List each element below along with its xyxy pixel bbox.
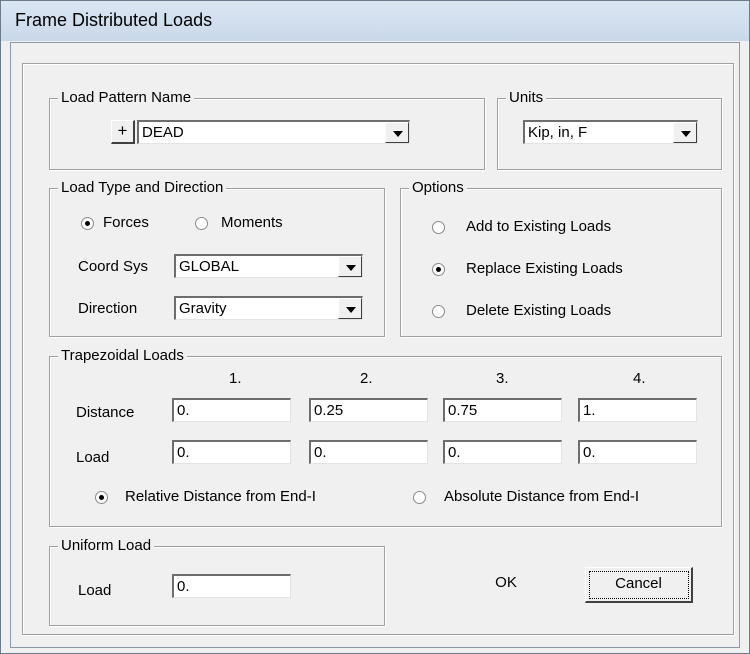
relative-distance-label: Relative Distance from End-I	[125, 488, 316, 505]
column-header-1: 1.	[229, 370, 242, 387]
absolute-distance-label: Absolute Distance from End-I	[444, 488, 640, 505]
coord-sys-label: Coord Sys	[78, 258, 149, 275]
ok-button[interactable]: OK	[450, 567, 562, 603]
load-field-1[interactable]: 0.	[172, 440, 291, 464]
uniform-load-label: Load	[78, 582, 112, 599]
options-group-label: Options	[409, 178, 467, 198]
distance-field-2[interactable]: 0.25	[309, 398, 428, 422]
uniform-load-field[interactable]: 0.	[172, 574, 291, 598]
load-pattern-dropdown[interactable]: DEAD	[137, 120, 410, 144]
load-type-group-label: Load Type and Direction	[58, 178, 227, 198]
load-field-3[interactable]: 0.	[443, 440, 562, 464]
chevron-down-icon[interactable]	[338, 298, 362, 319]
moments-radio[interactable]	[195, 217, 208, 230]
relative-distance-radio[interactable]	[95, 491, 108, 504]
delete-existing-label: Delete Existing Loads	[466, 302, 612, 319]
distance-field-1[interactable]: 0.	[172, 398, 291, 422]
trapezoidal-group-label: Trapezoidal Loads	[58, 346, 187, 366]
column-header-2: 2.	[360, 370, 373, 387]
forces-radio[interactable]	[81, 217, 94, 230]
title-bar[interactable]: Frame Distributed Loads	[1, 1, 749, 41]
coord-sys-value: GLOBAL	[179, 258, 240, 275]
units-dropdown[interactable]: Kip, in, F	[523, 120, 698, 144]
chevron-down-icon[interactable]	[673, 122, 697, 143]
window-title: Frame Distributed Loads	[15, 10, 213, 30]
direction-dropdown[interactable]: Gravity	[174, 296, 363, 320]
load-label: Load	[76, 449, 110, 466]
load-field-4[interactable]: 0.	[578, 440, 697, 464]
add-to-existing-radio[interactable]	[432, 221, 445, 234]
moments-label: Moments	[221, 214, 283, 231]
distance-label: Distance	[76, 404, 135, 421]
delete-existing-radio[interactable]	[432, 305, 445, 318]
units-group-label: Units	[506, 88, 547, 108]
forces-label: Forces	[103, 214, 149, 231]
add-to-existing-label: Add to Existing Loads	[466, 218, 612, 235]
cancel-button[interactable]: Cancel	[585, 567, 693, 603]
load-pattern-value: DEAD	[142, 124, 184, 141]
distance-field-4[interactable]: 1.	[578, 398, 697, 422]
add-load-pattern-button[interactable]: +	[111, 120, 135, 144]
direction-label: Direction	[78, 300, 138, 317]
load-pattern-group-label: Load Pattern Name	[58, 88, 195, 108]
chevron-down-icon[interactable]	[385, 122, 409, 143]
load-field-2[interactable]: 0.	[309, 440, 428, 464]
units-value: Kip, in, F	[528, 124, 588, 141]
chevron-down-icon[interactable]	[338, 256, 362, 277]
replace-existing-radio[interactable]	[432, 263, 445, 276]
absolute-distance-radio[interactable]	[413, 491, 426, 504]
column-header-4: 4.	[633, 370, 646, 387]
direction-value: Gravity	[179, 300, 227, 317]
distance-field-3[interactable]: 0.75	[443, 398, 562, 422]
uniform-group-label: Uniform Load	[58, 536, 155, 556]
replace-existing-label: Replace Existing Loads	[466, 260, 623, 277]
column-header-3: 3.	[496, 370, 509, 387]
coord-sys-dropdown[interactable]: GLOBAL	[174, 254, 363, 278]
